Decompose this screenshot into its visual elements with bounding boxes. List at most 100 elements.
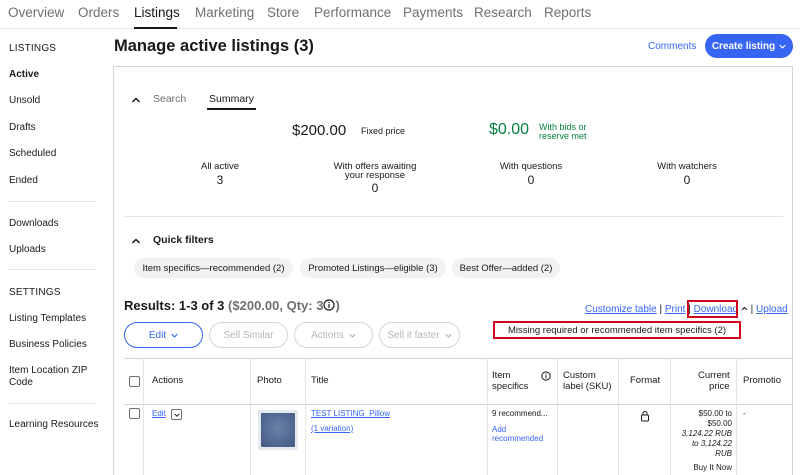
info-icon[interactable] [323, 299, 336, 311]
buy-it-now-label: Buy It Now [693, 463, 732, 472]
upload-link[interactable]: Upload [756, 304, 788, 315]
sidebar-divider [9, 201, 95, 202]
add-recommended-link-line2[interactable]: recommended [492, 434, 543, 444]
sidebar-divider [9, 269, 95, 270]
column-divider [670, 358, 671, 475]
column-divider [143, 358, 144, 475]
select-all-checkbox[interactable] [129, 376, 140, 387]
sidebar: LISTINGS Active Unsold Drafts Scheduled … [0, 29, 110, 475]
collapse-summary-button[interactable] [126, 90, 146, 110]
chevron-down-icon [779, 44, 786, 49]
sidebar-divider [9, 403, 95, 404]
tab-orders[interactable]: Orders [78, 5, 119, 20]
stat-offers-label-line2[interactable]: your response [310, 171, 440, 181]
section-divider [124, 216, 783, 217]
column-header-title[interactable]: Title [311, 375, 329, 386]
price-rub-line3: RUB [715, 449, 732, 458]
tab-research[interactable]: Research [474, 5, 532, 20]
row-select-checkbox[interactable] [129, 408, 140, 419]
tab-performance[interactable]: Performance [314, 5, 391, 20]
column-header-actions[interactable]: Actions [152, 375, 183, 386]
filter-chip-best-offer[interactable]: Best Offer—added (2) [452, 258, 560, 278]
column-header-current-price-line2[interactable]: price [709, 381, 730, 392]
tab-listings[interactable]: Listings [134, 5, 180, 20]
tab-overview[interactable]: Overview [8, 5, 64, 20]
column-header-photo[interactable]: Photo [257, 375, 282, 386]
price-rub-line2: to 3,124.22 [691, 439, 732, 448]
stat-questions-label[interactable]: With questions [481, 162, 581, 172]
column-divider [736, 358, 737, 475]
customize-table-link[interactable]: Customize table [585, 304, 657, 315]
collapse-quick-filters-button[interactable] [126, 231, 146, 251]
chevron-up-icon [131, 97, 141, 103]
column-header-current-price[interactable]: Current [698, 370, 730, 381]
column-divider [618, 358, 619, 475]
tab-search[interactable]: Search [153, 93, 186, 105]
edit-button[interactable]: Edit [124, 322, 203, 348]
row-edit-link[interactable]: Edit [152, 409, 166, 419]
sidebar-item-drafts[interactable]: Drafts [9, 122, 36, 134]
column-divider [487, 358, 488, 475]
sell-it-faster-button[interactable]: Sell it faster [379, 322, 460, 348]
stat-offers-value[interactable]: 0 [310, 181, 440, 195]
chevron-up-icon[interactable] [741, 305, 748, 312]
results-summary: Results: 1-3 of 3 ($200.00, Qty: 3) [124, 298, 340, 313]
listing-title-link[interactable]: TEST LISTING_Pillow [311, 409, 390, 419]
sidebar-item-item-location-code[interactable]: Code [9, 377, 33, 389]
actions-button[interactable]: Actions [294, 322, 373, 348]
price-rub-line1: 3,124.22 RUB [681, 429, 732, 438]
missing-specifics-notice[interactable]: Missing required or recommended item spe… [493, 321, 741, 339]
active-tab-underline [134, 27, 177, 29]
print-link[interactable]: Print [665, 304, 686, 315]
column-header-custom-label-line2[interactable]: label (SKU) [563, 381, 612, 392]
lock-icon [641, 411, 649, 422]
sidebar-item-business-policies[interactable]: Business Policies [9, 339, 87, 351]
comments-link[interactable]: Comments [648, 41, 696, 52]
results-count: Results: 1-3 of 3 [124, 298, 225, 313]
row-actions-dropdown[interactable] [171, 409, 182, 420]
create-listing-label: Create listing [711, 40, 776, 52]
sidebar-item-downloads[interactable]: Downloads [9, 218, 58, 230]
listing-photo-pillow[interactable] [258, 410, 298, 450]
column-header-promotion[interactable]: Promotio [743, 375, 781, 386]
sidebar-item-ended[interactable]: Ended [9, 175, 38, 187]
stat-watchers-value[interactable]: 0 [637, 173, 737, 187]
column-header-item-specifics[interactable]: Item [492, 370, 510, 381]
column-header-item-specifics-line2[interactable]: specifics [492, 381, 528, 392]
create-listing-button[interactable]: Create listing [705, 34, 793, 58]
chevron-down-icon [173, 412, 180, 417]
tab-marketing[interactable]: Marketing [195, 5, 254, 20]
listing-variation-link[interactable]: (1 variation) [311, 424, 353, 434]
stat-all-active-value[interactable]: 3 [170, 173, 270, 187]
edit-button-label: Edit [148, 329, 167, 341]
tab-store[interactable]: Store [267, 5, 299, 20]
sell-similar-button[interactable]: Sell Similar [209, 322, 288, 348]
sidebar-item-scheduled[interactable]: Scheduled [9, 148, 56, 160]
sidebar-item-uploads[interactable]: Uploads [9, 244, 46, 256]
item-specifics-count: 9 recommend... [492, 409, 548, 418]
filter-chip-promoted-listings[interactable]: Promoted Listings—eligible (3) [300, 258, 446, 278]
chevron-down-icon [444, 333, 452, 338]
stat-watchers-label[interactable]: With watchers [637, 162, 737, 172]
filter-chip-item-specifics[interactable]: Item specifics—recommended (2) [134, 258, 293, 278]
results-totals: ($200.00, Qty: 3 [228, 298, 324, 313]
sidebar-item-active[interactable]: Active [9, 69, 39, 81]
sell-similar-label: Sell Similar [223, 329, 274, 341]
column-divider [305, 358, 306, 475]
column-header-custom-label[interactable]: Custom [563, 370, 596, 381]
sidebar-item-learning-resources[interactable]: Learning Resources [9, 419, 99, 431]
price-range-line2: $50.00 [707, 419, 732, 428]
column-header-format[interactable]: Format [630, 375, 660, 386]
sidebar-item-unsold[interactable]: Unsold [9, 95, 40, 107]
tab-summary[interactable]: Summary [209, 93, 254, 105]
bids-label-line2: reserve met [539, 131, 587, 141]
stat-questions-value[interactable]: 0 [481, 173, 581, 187]
sidebar-item-listing-templates[interactable]: Listing Templates [9, 313, 86, 325]
download-highlight-box [687, 300, 738, 318]
fixed-price-value: $200.00 [292, 122, 347, 139]
tab-reports[interactable]: Reports [544, 5, 591, 20]
info-icon[interactable] [541, 371, 551, 381]
tab-payments[interactable]: Payments [403, 5, 463, 20]
stat-all-active-label[interactable]: All active [170, 162, 270, 172]
sidebar-item-item-location-zip[interactable]: Item Location ZIP [9, 365, 87, 377]
